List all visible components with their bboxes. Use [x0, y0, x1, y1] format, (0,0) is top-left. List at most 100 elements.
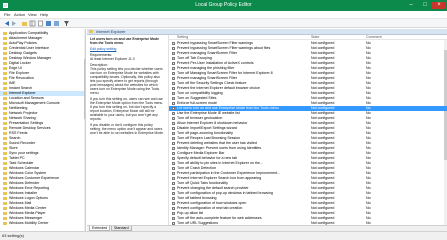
policy-setting-icon: [172, 52, 175, 55]
tree-item-label: Tablet PC: [9, 156, 25, 160]
tree-item[interactable]: Attachment Manager: [0, 36, 85, 41]
tree-item[interactable]: Windows Messenger: [0, 216, 85, 221]
policy-setting-icon: [172, 57, 175, 60]
folder-icon: [3, 112, 7, 115]
export-list-icon[interactable]: [37, 20, 44, 27]
tree-item-label: Search: [9, 136, 21, 140]
tree-item-label: Presentation Settings: [9, 121, 44, 125]
tree-item[interactable]: Windows Color System: [0, 171, 85, 176]
tree-item[interactable]: Credential User Interface: [0, 46, 85, 51]
tree-item[interactable]: AutoPlay Policies: [0, 41, 85, 46]
tree-item[interactable]: Windows Mobility Center: [0, 221, 85, 226]
up-folder-icon[interactable]: [21, 20, 28, 27]
settings-list[interactable]: Setting State Comment Prevent bypassing …: [168, 35, 447, 225]
details-pane: Internet Explorer Let users turn on and …: [87, 29, 447, 231]
tree-item[interactable]: Windows Media Player: [0, 211, 85, 216]
menu-action[interactable]: Action: [14, 13, 25, 17]
tree-item[interactable]: Windows Error Reporting: [0, 186, 85, 191]
folder-icon: [3, 207, 7, 210]
folder-icon: [3, 77, 7, 80]
forward-icon[interactable]: [11, 20, 18, 27]
menu-help[interactable]: Help: [40, 13, 48, 17]
folder-icon: [3, 197, 7, 200]
policy-setting-icon: [172, 137, 175, 140]
folder-icon: [3, 102, 7, 105]
folder-icon: [3, 67, 7, 70]
folder-icon: [3, 87, 7, 90]
folder-icon: [3, 202, 7, 205]
tree-item[interactable]: Desktop Window Manager: [0, 56, 85, 61]
policy-setting-icon: [172, 172, 175, 175]
tree-item[interactable]: Sync your settings: [0, 151, 85, 156]
tree-item[interactable]: Windows Installer: [0, 191, 85, 196]
tree-item[interactable]: Microsoft Management Console: [0, 101, 85, 106]
tree-item[interactable]: Windows Mail: [0, 201, 85, 206]
tree-item[interactable]: Windows Media Center: [0, 206, 85, 211]
tree-item[interactable]: IME: [0, 81, 85, 86]
tree-item[interactable]: File Revocation: [0, 76, 85, 81]
folder-icon: [3, 72, 7, 75]
show-hide-tree-icon[interactable]: [29, 20, 36, 27]
tree-item-label: Network Projector: [9, 111, 38, 115]
tree-item[interactable]: Network Sharing: [0, 116, 85, 121]
properties-icon[interactable]: [53, 20, 60, 27]
tree-item[interactable]: Windows Logon Options: [0, 196, 85, 201]
back-icon[interactable]: [3, 20, 10, 27]
status-bar: 63 setting(s): [0, 231, 447, 240]
folder-icon: [3, 117, 7, 120]
menu-view[interactable]: View: [28, 13, 37, 17]
policy-setting-icon: [172, 47, 175, 50]
column-comment[interactable]: Comment: [366, 35, 382, 40]
column-state[interactable]: State: [311, 35, 319, 40]
tree-item[interactable]: Windows Defender: [0, 181, 85, 186]
tree-item[interactable]: Instant Search: [0, 86, 85, 91]
menu-file[interactable]: File: [4, 13, 10, 17]
column-setting[interactable]: Setting: [177, 35, 188, 40]
tree-item-label: Windows Installer: [9, 191, 38, 195]
tree-item[interactable]: Remote Desktop Services: [0, 126, 85, 131]
description-body-1: This policy setting lets you decide whet…: [90, 67, 163, 95]
tree-item[interactable]: Windows Calendar: [0, 166, 85, 171]
tree-item[interactable]: Store: [0, 146, 85, 151]
window-title: Local Group Policy Editor: [195, 2, 252, 8]
tree-item[interactable]: Task Scheduler: [0, 161, 85, 166]
folder-icon: [3, 47, 7, 50]
tree-item[interactable]: File Explorer: [0, 71, 85, 76]
edit-policy-setting-link[interactable]: Edit policy setting: [90, 47, 164, 51]
help-icon[interactable]: [45, 20, 52, 27]
tree-item[interactable]: Desktop Gadgets: [0, 51, 85, 56]
folder-icon: [3, 122, 7, 125]
tree-scrollbar[interactable]: [84, 29, 85, 231]
folder-icon: [3, 152, 7, 155]
tree-item[interactable]: Internet Explorer: [0, 91, 85, 96]
tree-item-label: Application Compatibility: [9, 31, 49, 35]
close-button[interactable]: ×: [432, 2, 446, 9]
folder-icon: [3, 62, 7, 65]
tree-item-label: Edge UI: [9, 66, 22, 70]
folder-icon: [3, 182, 7, 185]
tree-item[interactable]: Search: [0, 136, 85, 141]
folder-icon: [3, 42, 7, 45]
tree-item[interactable]: Sound Recorder: [0, 141, 85, 146]
tree-item[interactable]: Application Compatibility: [0, 31, 85, 36]
policy-setting-icon: [172, 97, 175, 100]
tree-item-label: Windows Color System: [9, 171, 47, 175]
folder-icon: [3, 82, 7, 85]
tree-item[interactable]: Presentation Settings: [0, 121, 85, 126]
tree-item[interactable]: Network Projector: [0, 111, 85, 116]
tree-item[interactable]: Windows Customer Experience: [0, 176, 85, 181]
policy-tree[interactable]: Windows Mobility Center Windows Messenger…: [0, 29, 86, 231]
tree-item[interactable]: Edge UI: [0, 66, 85, 71]
tree-item[interactable]: Tablet PC: [0, 156, 85, 161]
tree-item[interactable]: RSS Feeds: [0, 131, 85, 136]
tree-scrollbar-thumb[interactable]: [84, 59, 85, 119]
toolbar: [0, 19, 447, 28]
filter-icon[interactable]: [63, 20, 70, 27]
tree-item[interactable]: NetMeeting: [0, 106, 85, 111]
requirements-value: At least Internet Explorer 11.0: [90, 57, 135, 61]
policy-setting-icon: [172, 157, 175, 160]
maximize-button[interactable]: □: [419, 2, 431, 9]
tree-item[interactable]: Digital Locker: [0, 61, 85, 66]
tree-item[interactable]: Location and Sensors: [0, 96, 85, 101]
minimize-button[interactable]: –: [405, 2, 417, 9]
